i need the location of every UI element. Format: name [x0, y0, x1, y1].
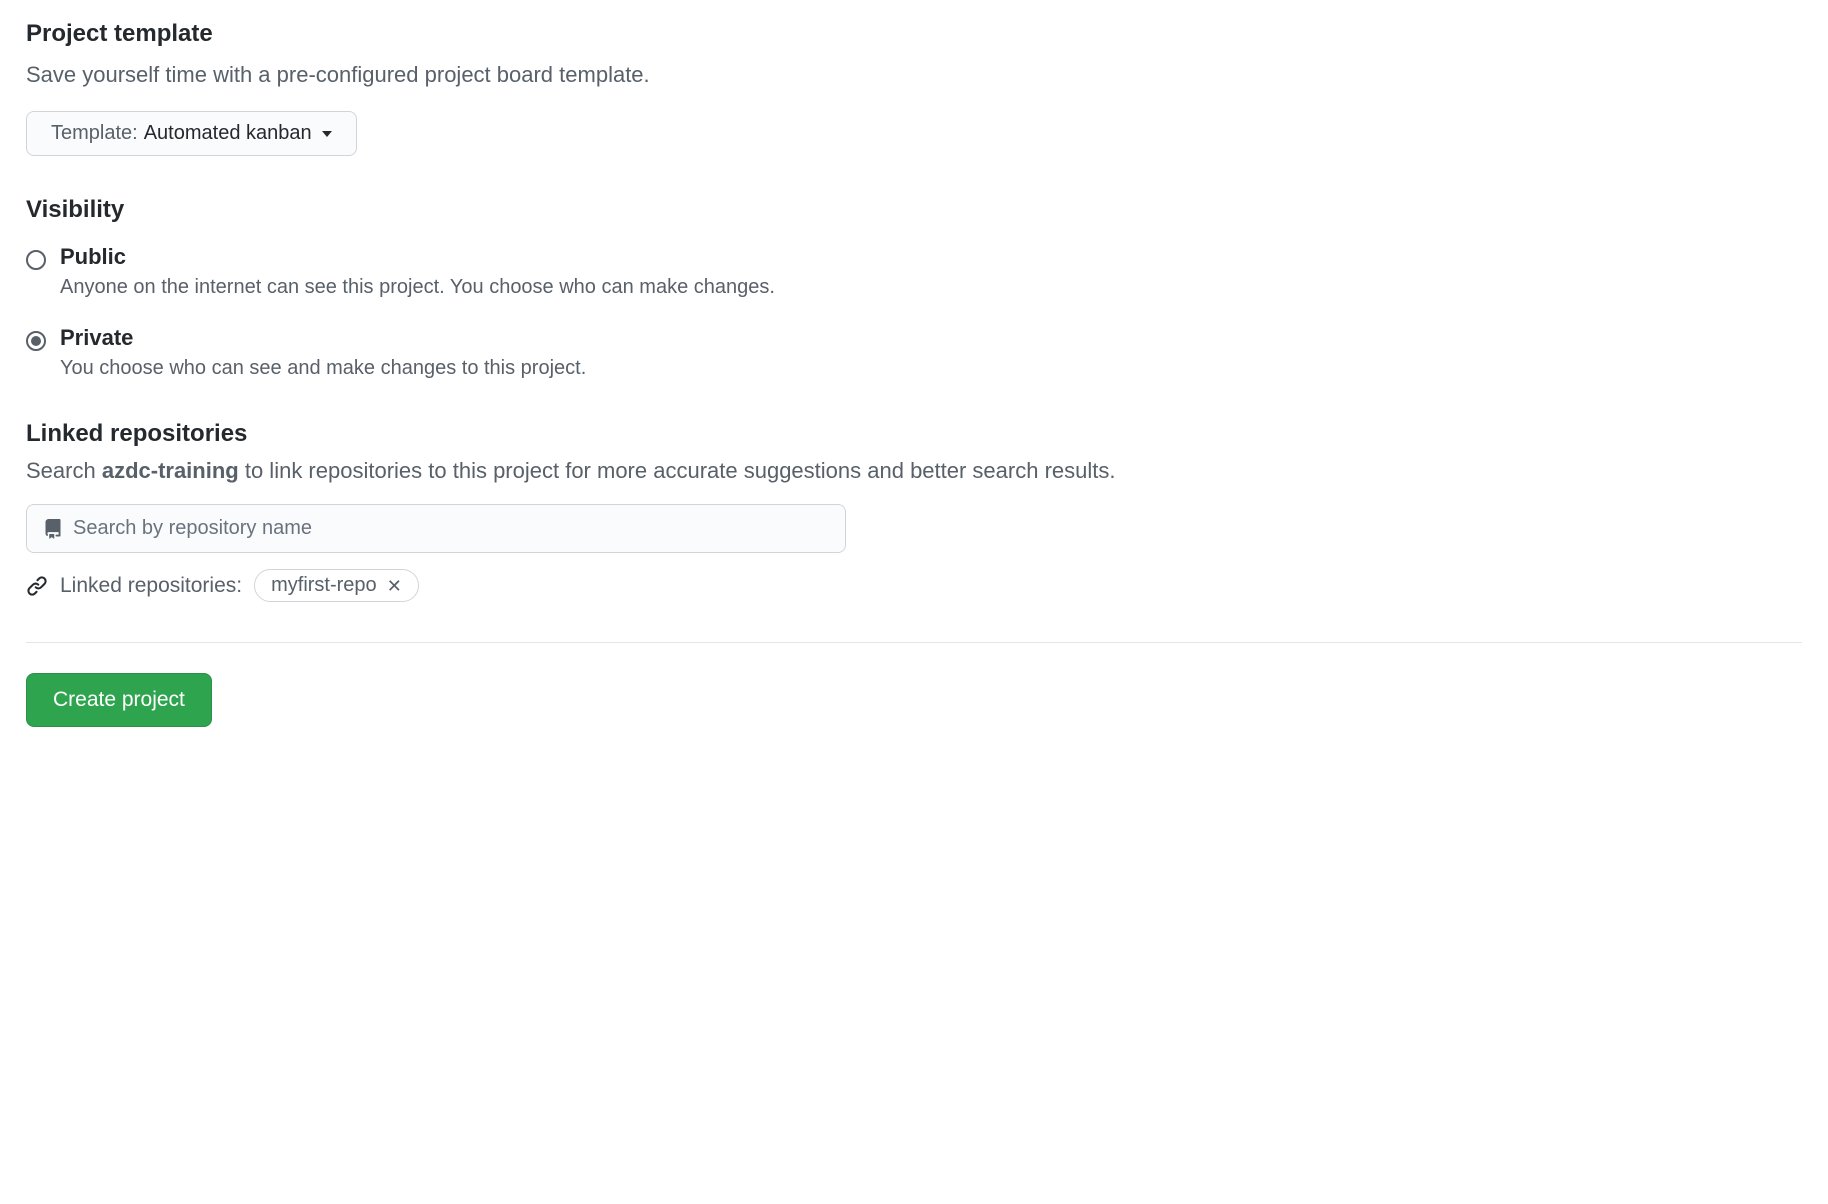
visibility-public-label: Public — [60, 244, 1802, 270]
linked-repo-chip-name: myfirst-repo — [271, 574, 377, 597]
create-project-button[interactable]: Create project — [26, 673, 212, 727]
visibility-option-private[interactable]: Private You choose who can see and make … — [26, 325, 1802, 380]
project-template-heading: Project template — [26, 20, 1802, 48]
visibility-public-description: Anyone on the internet can see this proj… — [60, 276, 1802, 299]
linked-repositories-heading: Linked repositories — [26, 420, 1802, 448]
repository-search-input[interactable] — [73, 517, 829, 540]
visibility-private-description: You choose who can see and make changes … — [60, 357, 1802, 380]
template-selector-prefix: Template: — [51, 122, 138, 145]
linked-repo-chip: myfirst-repo ✕ — [254, 569, 419, 602]
linked-repositories-section: Linked repositories Search azdc-training… — [26, 420, 1802, 602]
remove-chip-icon[interactable]: ✕ — [387, 577, 402, 595]
template-selector-dropdown[interactable]: Template: Automated kanban — [26, 111, 357, 156]
visibility-private-label: Private — [60, 325, 1802, 351]
visibility-radio-group: Public Anyone on the internet can see th… — [26, 244, 1802, 380]
linked-repositories-row: Linked repositories: myfirst-repo ✕ — [26, 569, 1802, 602]
radio-public-icon — [26, 250, 46, 270]
repository-search-box[interactable] — [26, 504, 846, 553]
org-name: azdc-training — [102, 458, 239, 483]
radio-private-icon — [26, 331, 46, 351]
linked-repositories-label: Linked repositories: — [60, 574, 242, 598]
repo-icon — [43, 518, 63, 540]
linked-repositories-description: Search azdc-training to link repositorie… — [26, 458, 1802, 484]
project-template-description: Save yourself time with a pre-configured… — [26, 58, 1802, 91]
visibility-option-public[interactable]: Public Anyone on the internet can see th… — [26, 244, 1802, 299]
link-icon — [26, 575, 48, 597]
template-selector-value: Automated kanban — [144, 122, 312, 145]
caret-down-icon — [322, 131, 332, 137]
project-template-section: Project template Save yourself time with… — [26, 20, 1802, 156]
visibility-heading: Visibility — [26, 196, 1802, 224]
divider — [26, 642, 1802, 643]
visibility-section: Visibility Public Anyone on the internet… — [26, 196, 1802, 380]
